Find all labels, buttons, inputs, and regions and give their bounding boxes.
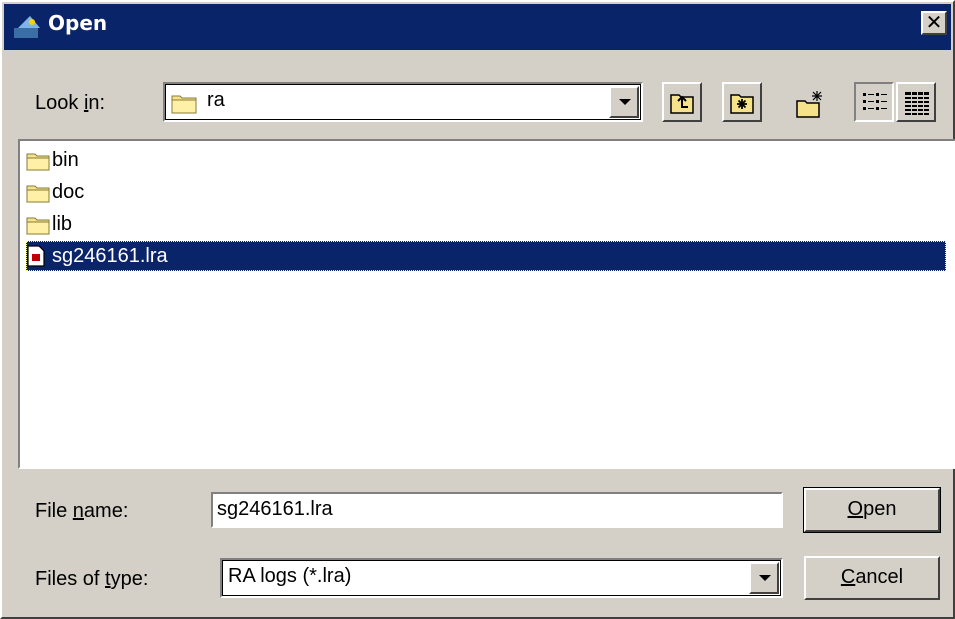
list-item-doc[interactable]: doc [26, 177, 946, 207]
up-one-level-icon [670, 94, 694, 114]
file-type-dropdown-button[interactable] [749, 562, 779, 594]
file-list[interactable]: bin doc lib sg246161.lra [18, 139, 955, 469]
folder-icon [26, 217, 50, 235]
file-name-input[interactable]: sg246161.lra [211, 492, 783, 528]
file-icon [27, 245, 45, 267]
look-in-value: ra [207, 89, 225, 111]
cancel-button[interactable]: Cancel [804, 556, 940, 600]
new-folder-icon [796, 91, 822, 118]
details-view-icon [905, 92, 929, 115]
list-view-icon [863, 93, 887, 110]
close-button[interactable]: ✕ [921, 11, 947, 35]
list-item-bin[interactable]: bin [26, 145, 946, 175]
folder-icon [26, 153, 50, 171]
file-name: bin [52, 149, 79, 171]
file-name-label: File name: [35, 500, 129, 522]
app-icon [14, 16, 40, 38]
new-folder-button[interactable] [788, 82, 828, 122]
file-type-combo[interactable]: RA logs (*.lra) [220, 558, 783, 598]
list-item-sg246161[interactable]: sg246161.lra [26, 241, 946, 271]
close-icon: ✕ [925, 10, 943, 34]
list-item-lib[interactable]: lib [26, 209, 946, 239]
home-folder-icon [730, 94, 754, 114]
title-bar[interactable]: Open ✕ [4, 4, 951, 50]
open-dialog: Open ✕ Look in: ra bin doc lib sg246161.… [0, 0, 955, 619]
open-button[interactable]: Open [803, 487, 941, 533]
look-in-combo[interactable]: ra [163, 82, 643, 122]
up-one-level-button[interactable] [662, 82, 702, 122]
details-view-button[interactable] [896, 82, 936, 122]
file-type-label: Files of type: [35, 568, 149, 590]
file-name: doc [52, 181, 85, 203]
file-name: sg246161.lra [52, 245, 168, 267]
look-in-dropdown-button[interactable] [609, 86, 639, 118]
list-view-button[interactable] [854, 82, 894, 122]
dialog-title: Open [48, 11, 108, 35]
folder-icon [26, 185, 50, 203]
look-in-label: Look in: [35, 92, 106, 114]
home-folder-button[interactable] [722, 82, 762, 122]
file-type-value: RA logs (*.lra) [228, 565, 352, 587]
folder-icon [171, 95, 197, 114]
file-name: lib [52, 213, 73, 235]
